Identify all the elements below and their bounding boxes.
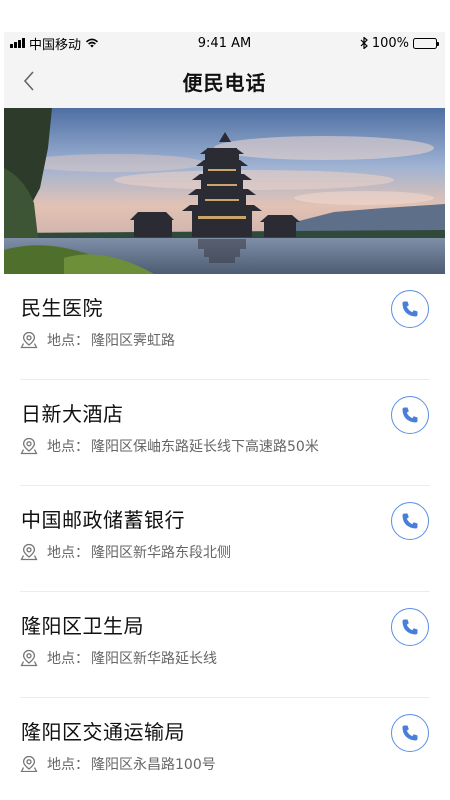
signal-icon	[10, 38, 25, 48]
navigation-bar: 便民电话	[4, 54, 445, 108]
address-label: 地点：	[47, 651, 89, 667]
list-item: 日新大酒店 地点： 隆阳区保岫东路延长线下高速路50米	[20, 380, 430, 486]
phone-icon	[402, 619, 418, 635]
contact-name: 隆阳区卫生局	[21, 614, 144, 638]
call-button[interactable]	[391, 608, 429, 646]
chevron-left-icon	[23, 71, 34, 91]
call-button[interactable]	[391, 714, 429, 752]
contact-name: 日新大酒店	[21, 402, 124, 426]
phone-icon	[402, 513, 418, 529]
banner-image	[4, 108, 445, 274]
status-left: 中国移动	[10, 34, 99, 53]
location-pin-icon	[20, 649, 38, 667]
location-pin-icon	[20, 331, 38, 349]
location-pin-icon	[20, 437, 38, 455]
contact-list: 民生医院 地点： 隆阳区霁虹路 日新大酒店 地点： 隆阳区保岫东路延长线下高速路…	[4, 274, 445, 772]
address-text: 隆阳区永昌路100号	[91, 757, 216, 772]
status-time: 9:41 AM	[197, 35, 252, 51]
list-item: 中国邮政储蓄银行 地点： 隆阳区新华路东段北侧	[20, 486, 430, 592]
phone-icon	[402, 725, 418, 741]
bluetooth-icon	[360, 37, 368, 49]
contact-address: 地点： 隆阳区保岫东路延长线下高速路50米	[20, 436, 319, 456]
phone-icon	[402, 301, 418, 317]
address-label: 地点：	[47, 545, 89, 561]
contact-address: 地点： 隆阳区新华路东段北侧	[20, 542, 231, 562]
address-text: 隆阳区霁虹路	[91, 333, 175, 349]
address-label: 地点：	[47, 757, 89, 772]
contact-name: 民生医院	[21, 296, 103, 320]
call-button[interactable]	[391, 396, 429, 434]
address-text: 隆阳区新华路延长线	[91, 651, 217, 667]
back-button[interactable]	[14, 66, 44, 96]
call-button[interactable]	[391, 502, 429, 540]
phone-screen: 中国移动 9:41 AM 100% 便民电话 民生医院 地点： 隆阳区霁虹路 日…	[4, 32, 445, 772]
list-item: 隆阳区交通运输局 地点： 隆阳区永昌路100号	[20, 698, 430, 772]
address-label: 地点：	[47, 439, 89, 455]
location-pin-icon	[20, 755, 38, 772]
contact-address: 地点： 隆阳区永昌路100号	[20, 754, 216, 772]
battery-percent: 100%	[371, 35, 409, 51]
list-item: 隆阳区卫生局 地点： 隆阳区新华路延长线	[20, 592, 430, 698]
address-text: 隆阳区新华路东段北侧	[91, 545, 231, 561]
battery-icon	[413, 37, 439, 49]
status-bar: 中国移动 9:41 AM 100%	[4, 32, 445, 54]
phone-icon	[402, 407, 418, 423]
location-pin-icon	[20, 543, 38, 561]
address-text: 隆阳区保岫东路延长线下高速路50米	[91, 439, 319, 455]
contact-name: 隆阳区交通运输局	[21, 720, 185, 744]
contact-address: 地点： 隆阳区新华路延长线	[20, 648, 217, 668]
contact-address: 地点： 隆阳区霁虹路	[20, 330, 175, 350]
page-title: 便民电话	[182, 70, 267, 95]
contact-name: 中国邮政储蓄银行	[21, 508, 185, 532]
status-right: 100%	[360, 35, 439, 51]
list-item: 民生医院 地点： 隆阳区霁虹路	[20, 274, 430, 380]
call-button[interactable]	[391, 290, 429, 328]
address-label: 地点：	[47, 333, 89, 349]
wifi-icon	[85, 38, 99, 48]
carrier-label: 中国移动	[29, 37, 82, 53]
